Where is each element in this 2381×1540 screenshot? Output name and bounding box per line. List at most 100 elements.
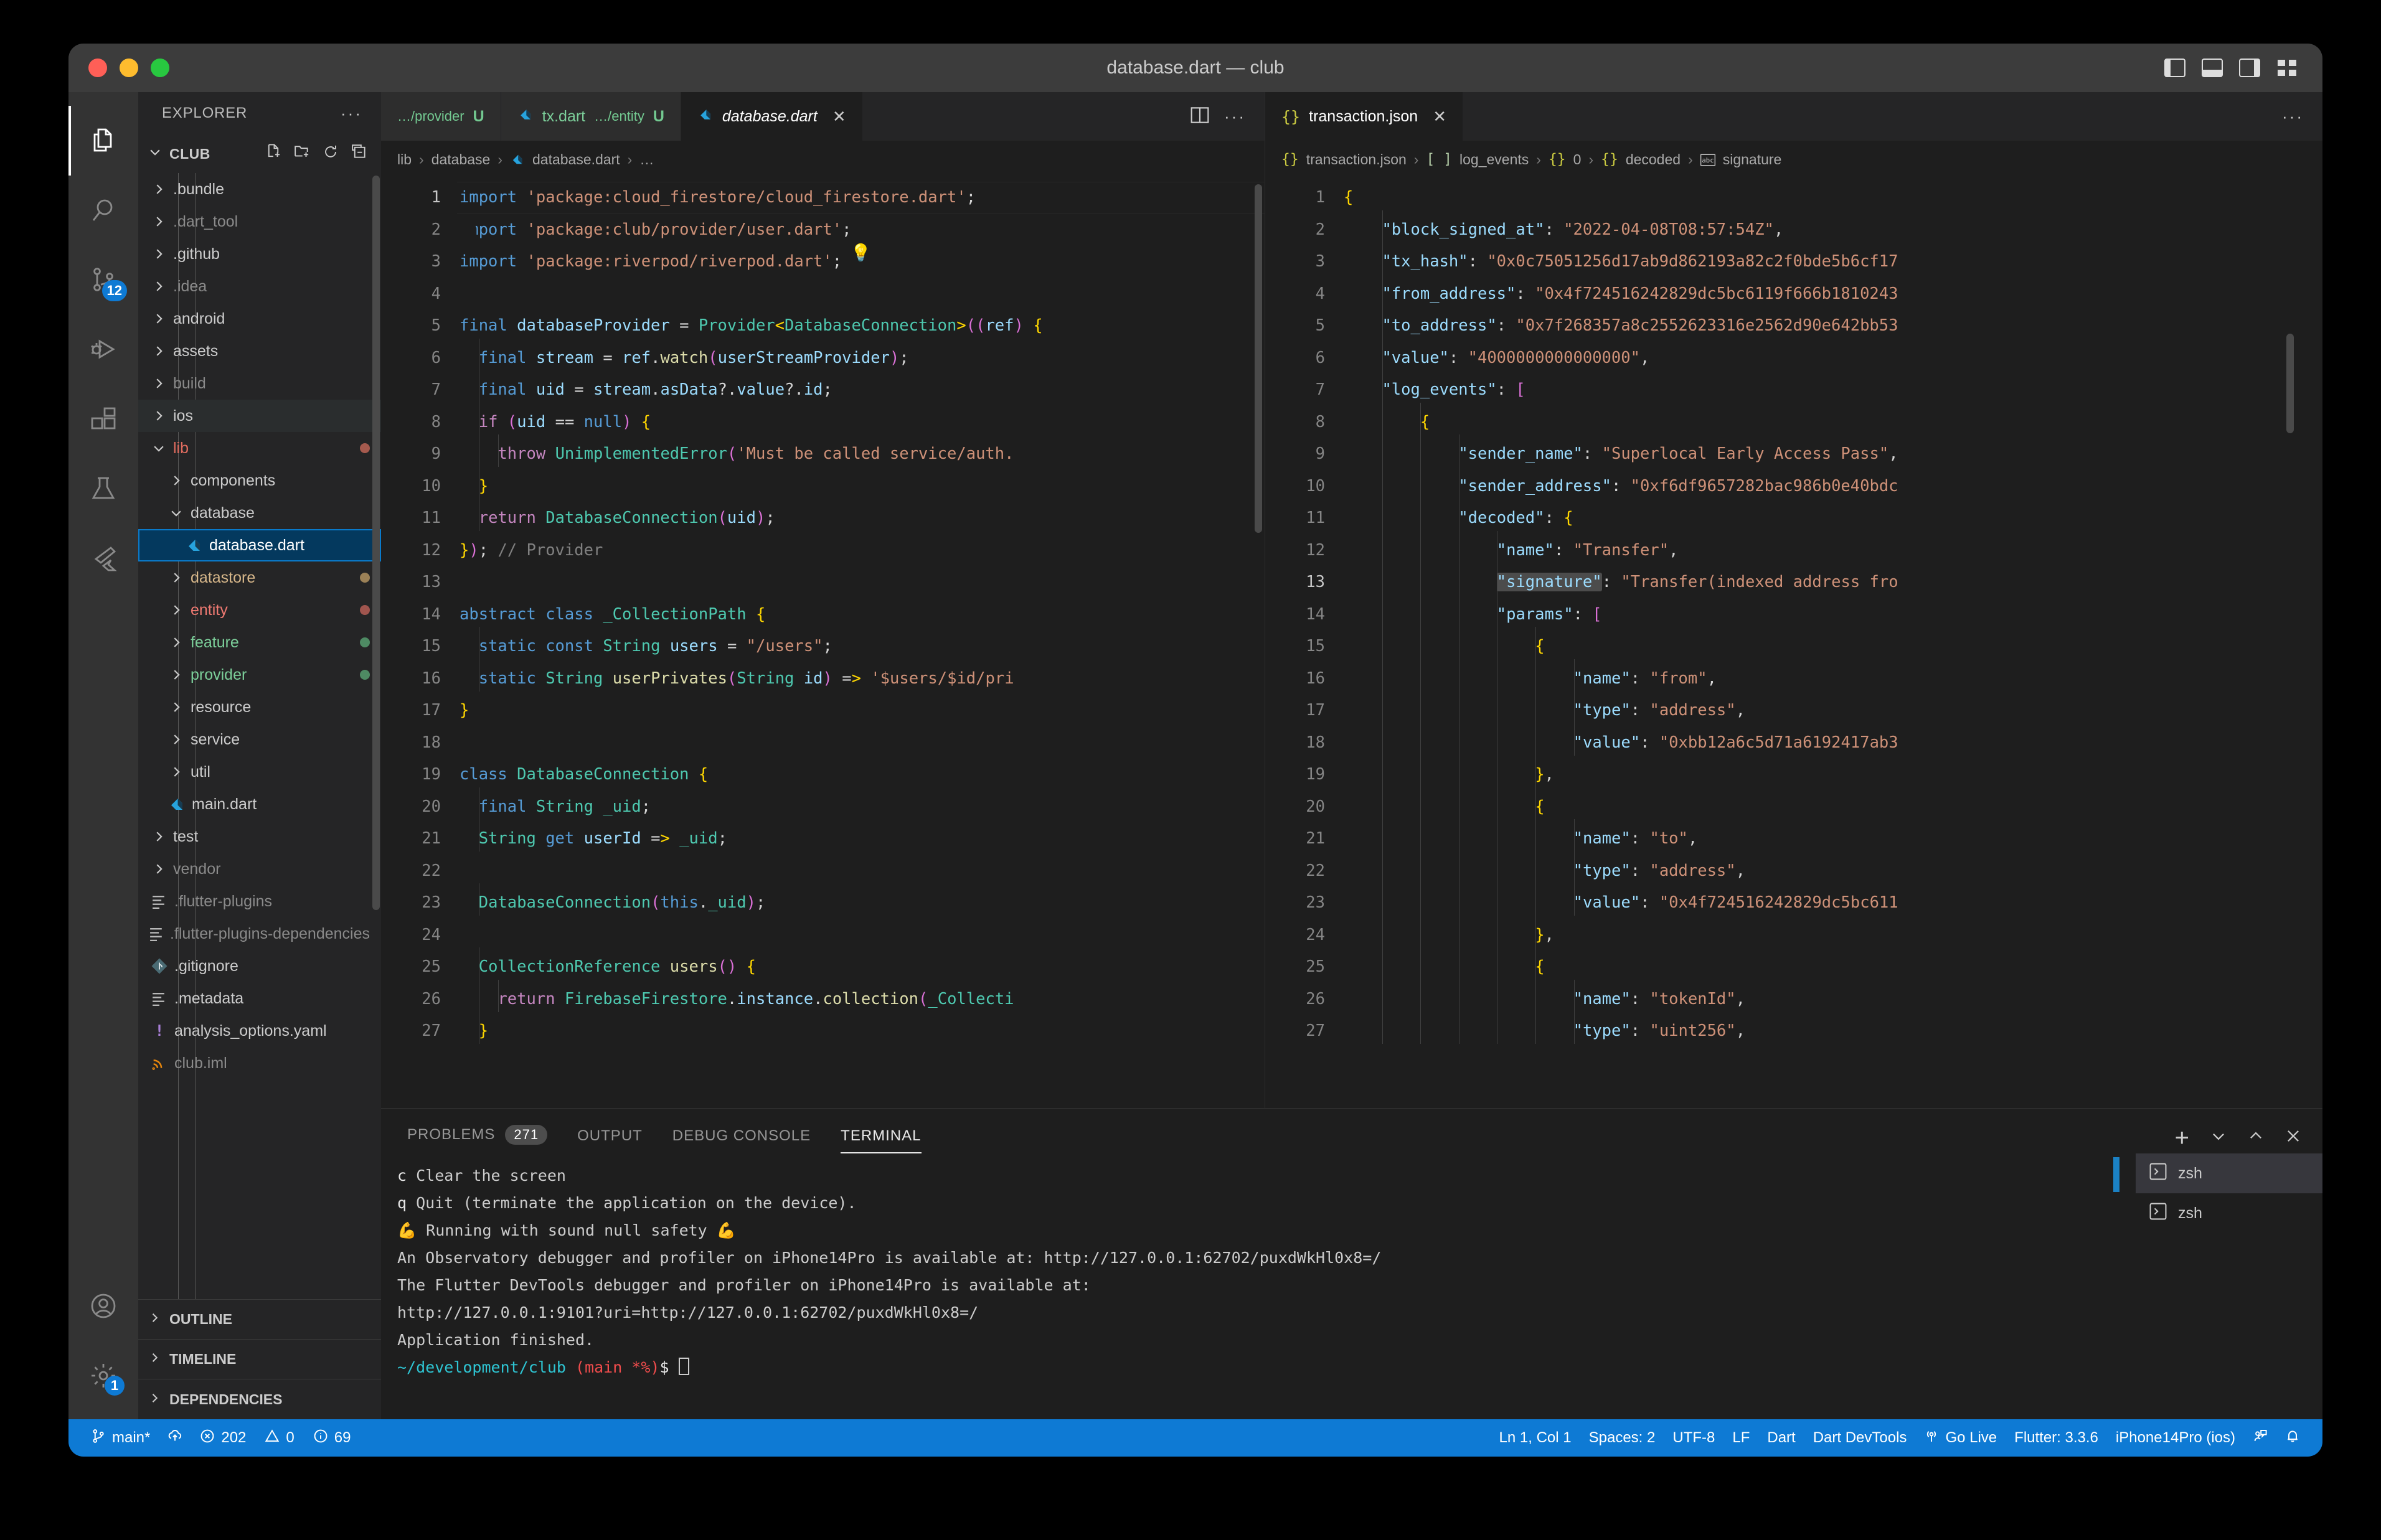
breadcrumb-item-lib[interactable]: lib: [397, 151, 412, 168]
status-sync[interactable]: [159, 1419, 191, 1457]
section-timeline[interactable]: TIMELINE: [138, 1340, 381, 1379]
status-cursor-position[interactable]: Ln 1, Col 1: [1491, 1419, 1580, 1457]
status-encoding[interactable]: UTF-8: [1664, 1419, 1723, 1457]
close-icon[interactable]: ✕: [832, 107, 846, 126]
terminal-output[interactable]: c Clear the screen q Quit (terminate the …: [381, 1153, 2136, 1419]
tree-folder-lib[interactable]: lib: [138, 432, 381, 464]
toggle-primary-sidebar-icon[interactable]: [2164, 59, 2185, 77]
tab-database-dart[interactable]: database.dart ✕: [681, 92, 863, 141]
file-tree[interactable]: .bundle .dart_tool .github .idea android asse…: [138, 173, 381, 1299]
status-device[interactable]: iPhone14Pro (ios): [2107, 1419, 2244, 1457]
tree-folder-test[interactable]: test: [138, 820, 381, 853]
status-flutter-version[interactable]: Flutter: 3.3.6: [2006, 1419, 2107, 1457]
maximize-panel-icon[interactable]: [2248, 1130, 2264, 1145]
terminal-list-item[interactable]: zsh: [2113, 1157, 2322, 1233]
code-editor-json[interactable]: 1{2 "block_signed_at": "2022-04-08T08:57…: [1265, 178, 2322, 1108]
activity-flutter[interactable]: [68, 524, 138, 594]
section-dependencies[interactable]: DEPENDENCIES: [138, 1379, 381, 1419]
panel-tab-terminal[interactable]: TERMINAL: [841, 1127, 922, 1153]
editor-scrollbar-right[interactable]: [2286, 334, 2294, 433]
activity-testing[interactable]: [68, 454, 138, 524]
tab-provider[interactable]: …/provider U: [381, 92, 501, 141]
status-problems[interactable]: 202 0 69: [191, 1419, 359, 1457]
status-branch[interactable]: main*: [82, 1419, 159, 1457]
toggle-secondary-sidebar-icon[interactable]: [2239, 59, 2260, 77]
code-editor-dart[interactable]: 1 import 'package:cloud_firestore/cloud_f…: [381, 178, 1265, 1108]
activity-manage-settings[interactable]: 1: [68, 1341, 138, 1411]
tree-file--gitignore[interactable]: .gitignore: [138, 950, 381, 982]
close-window-button[interactable]: [88, 59, 107, 77]
activity-extensions[interactable]: [68, 385, 138, 454]
tree-folder-provider[interactable]: provider: [138, 659, 381, 691]
breadcrumb-item-json-file[interactable]: transaction.json: [1306, 151, 1407, 168]
status-eol[interactable]: LF: [1723, 1419, 1758, 1457]
close-icon[interactable]: ✕: [1433, 107, 1446, 126]
status-indentation[interactable]: Spaces: 2: [1580, 1419, 1664, 1457]
collapse-all-icon[interactable]: [351, 144, 367, 164]
customize-layout-icon[interactable]: [2276, 59, 2298, 77]
status-language-mode[interactable]: Dart: [1758, 1419, 1804, 1457]
tree-folder-assets[interactable]: assets: [138, 335, 381, 367]
activity-accounts[interactable]: [68, 1271, 138, 1341]
sidebar-scrollbar[interactable]: [372, 176, 380, 910]
sidebar-more-icon[interactable]: ···: [341, 104, 362, 123]
tree-folder-vendor[interactable]: vendor: [138, 853, 381, 885]
add-terminal-icon[interactable]: +: [2175, 1125, 2189, 1150]
status-feedback[interactable]: [2244, 1419, 2276, 1457]
breadcrumb-item-database[interactable]: database: [431, 151, 491, 168]
project-section-header[interactable]: CLUB: [138, 134, 381, 173]
activity-search[interactable]: [68, 176, 138, 245]
tree-file--flutter-plugins-dependencies[interactable]: .flutter-plugins-dependencies: [138, 918, 381, 950]
window-controls[interactable]: [88, 59, 169, 77]
tree-file--metadata[interactable]: .metadata: [138, 982, 381, 1015]
terminal-list-item[interactable]: zsh: [2113, 1153, 2322, 1193]
panel-tab-output[interactable]: OUTPUT: [577, 1127, 643, 1153]
tree-folder-util[interactable]: util: [138, 756, 381, 788]
breadcrumb-item-file[interactable]: database.dart: [532, 151, 620, 168]
tree-file-main-dart[interactable]: main.dart: [138, 788, 381, 820]
new-folder-icon[interactable]: [294, 144, 310, 164]
tree-folder-build[interactable]: build: [138, 367, 381, 400]
section-outline[interactable]: OUTLINE: [138, 1300, 381, 1340]
breadcrumb-right[interactable]: {} transaction.json › [ ] log_events › {…: [1265, 141, 2322, 178]
breadcrumb-item-log-events[interactable]: log_events: [1459, 151, 1529, 168]
tree-folder-android[interactable]: android: [138, 303, 381, 335]
breadcrumb-item-decoded[interactable]: decoded: [1626, 151, 1681, 168]
status-go-live[interactable]: Go Live: [1915, 1419, 2006, 1457]
status-dart-devtools[interactable]: Dart DevTools: [1804, 1419, 1916, 1457]
editor-scrollbar-left[interactable]: [1255, 184, 1262, 533]
toggle-panel-icon[interactable]: [2202, 59, 2223, 77]
status-notifications[interactable]: [2276, 1419, 2309, 1457]
breadcrumb-left[interactable]: lib › database › database.dart › …: [381, 141, 1265, 178]
maximize-window-button[interactable]: [151, 59, 169, 77]
minimize-window-button[interactable]: [120, 59, 138, 77]
tree-folder--dart-tool[interactable]: .dart_tool: [138, 205, 381, 238]
close-panel-icon[interactable]: [2285, 1128, 2301, 1147]
breadcrumb-item-signature[interactable]: signature: [1723, 151, 1782, 168]
new-file-icon[interactable]: [265, 144, 281, 164]
tree-file--flutter-plugins[interactable]: .flutter-plugins: [138, 885, 381, 918]
panel-tab-problems[interactable]: PROBLEMS 271: [407, 1125, 548, 1153]
tree-file-club-iml[interactable]: club.iml: [138, 1047, 381, 1079]
tree-file-analysis-options-yaml[interactable]: ! analysis_options.yaml: [138, 1015, 381, 1047]
panel-tab-debug-console[interactable]: DEBUG CONSOLE: [672, 1127, 811, 1153]
tree-folder-resource[interactable]: resource: [138, 691, 381, 723]
tree-folder-components[interactable]: components: [138, 464, 381, 497]
split-editor-icon[interactable]: [1190, 106, 1209, 127]
tree-folder-ios[interactable]: ios: [138, 400, 381, 432]
activity-source-control[interactable]: 12: [68, 245, 138, 315]
tab-tx-dart[interactable]: tx.dart …/entity U: [501, 92, 681, 141]
more-actions-icon[interactable]: ···: [1224, 107, 1246, 126]
tree-folder-database[interactable]: database: [138, 497, 381, 529]
tree-folder--idea[interactable]: .idea: [138, 270, 381, 303]
tab-transaction-json[interactable]: {} transaction.json ✕: [1265, 92, 1464, 141]
terminal-prompt[interactable]: ~/development/club (main *%)$: [397, 1354, 2136, 1381]
terminal-dropdown-icon[interactable]: [2210, 1130, 2227, 1145]
more-actions-icon[interactable]: ···: [2282, 107, 2304, 126]
breadcrumb-item-index[interactable]: 0: [1573, 151, 1582, 168]
tree-folder--bundle[interactable]: .bundle: [138, 173, 381, 205]
breadcrumb-item-more[interactable]: …: [639, 151, 654, 168]
tree-file-database-dart[interactable]: database.dart: [138, 529, 381, 561]
tree-folder--github[interactable]: .github: [138, 238, 381, 270]
activity-explorer[interactable]: [68, 106, 138, 176]
